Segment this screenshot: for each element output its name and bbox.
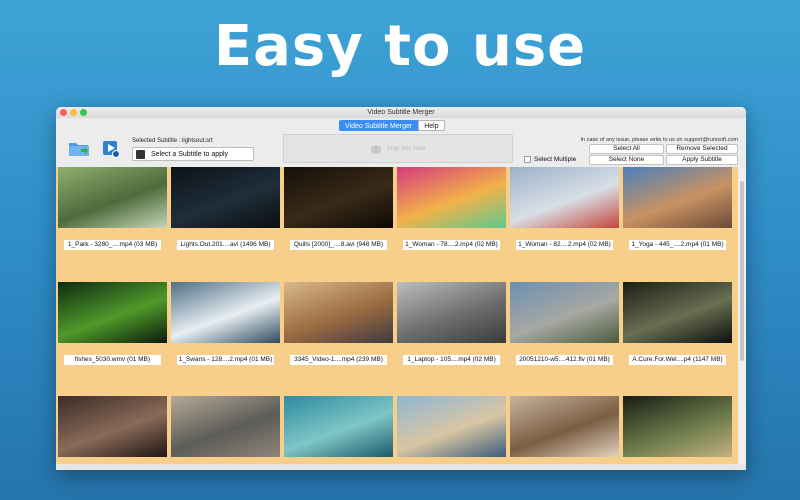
select-multiple-checkbox[interactable]: Select Multiple (524, 156, 576, 163)
select-multiple-label: Select Multiple (534, 156, 577, 163)
tab-video-subtitle-merger[interactable]: Video Subtitle Merger (339, 120, 419, 131)
video-item[interactable]: 1_Laptop - 105....mp4 (02 MB) (395, 282, 508, 396)
video-grid: 1_Park - 3280_....mp4 (03 MB) Lights.Out.… (56, 167, 738, 464)
apply-subtitle-button[interactable]: Apply Subtitle (666, 155, 738, 165)
video-item[interactable]: 1_Yoga - 445_....2.mp4 (01 MB) (621, 167, 734, 282)
close-button[interactable] (60, 109, 67, 116)
video-thumbnail[interactable] (397, 396, 506, 457)
drop-zone-text: Drop files here (386, 145, 426, 152)
video-thumbnail[interactable] (623, 396, 732, 457)
select-none-button[interactable]: Select None (589, 155, 664, 165)
hero-title: Easy to use (213, 14, 587, 79)
video-thumbnail[interactable] (58, 282, 167, 343)
selected-subtitle-label: Selected Subtitle : lightsout.srt (132, 138, 213, 144)
video-caption: fishes_5030.wmv (01 MB) (64, 355, 161, 365)
video-caption: 1_Laptop - 105....mp4 (02 MB) (403, 355, 500, 365)
video-caption: 20051210-w5....412.flv (01 MB) (516, 355, 613, 365)
bottom-bar (56, 464, 746, 470)
video-thumbnail[interactable] (58, 396, 167, 457)
video-thumbnail[interactable] (397, 167, 506, 228)
video-item[interactable] (169, 396, 282, 464)
video-item[interactable]: A.Cure.For.Wel....p4 (1147 MB) (621, 282, 734, 396)
video-thumbnail[interactable] (284, 167, 393, 228)
video-thumbnail[interactable] (58, 167, 167, 228)
video-thumbnail[interactable] (510, 282, 619, 343)
video-thumbnail[interactable] (397, 282, 506, 343)
video-thumbnail[interactable] (510, 396, 619, 457)
video-thumbnail[interactable] (510, 167, 619, 228)
drop-box-icon (371, 144, 382, 154)
video-caption: 1_Swans - 128....2.mp4 (01 MB) (177, 355, 274, 365)
video-thumbnail[interactable] (623, 167, 732, 228)
select-subtitle-button[interactable]: Select a Subtitle to apply (132, 147, 254, 161)
video-item[interactable] (508, 396, 621, 464)
video-item[interactable] (395, 396, 508, 464)
video-item[interactable] (621, 396, 734, 464)
vertical-scrollbar[interactable] (738, 167, 746, 464)
drop-zone[interactable]: Drop files here (283, 134, 513, 163)
app-window: Video Subtitle Merger Video Subtitle Mer… (56, 107, 746, 470)
tab-help[interactable]: Help (418, 120, 445, 131)
video-caption: 3345_Video-1....mp4 (239 MB) (290, 355, 387, 365)
video-caption: 1_Yoga - 445_....2.mp4 (01 MB) (629, 240, 726, 250)
video-thumbnail[interactable] (171, 282, 280, 343)
video-item[interactable]: 1_Woman - 78....2.mp4 (02 MB) (395, 167, 508, 282)
video-item[interactable]: fishes_5030.wmv (01 MB) (56, 282, 169, 396)
video-caption: 1_Woman - 78....2.mp4 (02 MB) (403, 240, 500, 250)
play-icon[interactable] (102, 140, 120, 163)
checkbox-box[interactable] (524, 156, 531, 163)
window-controls (60, 109, 87, 116)
video-thumbnail[interactable] (623, 282, 732, 343)
video-item[interactable]: Quills [2000]_....8.avi (948 MB) (282, 167, 395, 282)
video-thumbnail[interactable] (284, 282, 393, 343)
video-item[interactable]: 1_Woman - 82....2.mp4 (02 MB) (508, 167, 621, 282)
folder-add-icon[interactable] (68, 140, 90, 163)
video-caption: 1_Park - 3280_....mp4 (03 MB) (64, 240, 161, 250)
video-item[interactable]: 1_Park - 3280_....mp4 (03 MB) (56, 167, 169, 282)
window-title: Video Subtitle Merger (367, 109, 435, 116)
title-bar: Video Subtitle Merger (56, 107, 746, 118)
video-item[interactable]: 3345_Video-1....mp4 (239 MB) (282, 282, 395, 396)
remove-selected-button[interactable]: Remove Selected (666, 144, 738, 154)
video-caption: 1_Woman - 82....2.mp4 (02 MB) (516, 240, 613, 250)
video-caption: Lights.Out.201....avi (1496 MB) (177, 240, 274, 250)
video-item[interactable] (56, 396, 169, 464)
minimize-button[interactable] (70, 109, 77, 116)
video-thumbnail[interactable] (284, 396, 393, 457)
video-item[interactable]: Lights.Out.201....avi (1496 MB) (169, 167, 282, 282)
video-item[interactable]: 1_Swans - 128....2.mp4 (01 MB) (169, 282, 282, 396)
zoom-button[interactable] (80, 109, 87, 116)
subtitle-file-icon (136, 149, 145, 159)
support-text: In case of any issue, please write to us… (580, 137, 738, 143)
video-caption: A.Cure.For.Wel....p4 (1147 MB) (629, 355, 726, 365)
video-item[interactable]: 20051210-w5....412.flv (01 MB) (508, 282, 621, 396)
select-subtitle-label: Select a Subtitle to apply (151, 150, 229, 158)
video-item[interactable] (282, 396, 395, 464)
select-all-button[interactable]: Select All (589, 144, 664, 154)
video-thumbnail[interactable] (171, 167, 280, 228)
tab-bar: Video Subtitle Merger Help (339, 120, 445, 131)
video-caption: Quills [2000]_....8.avi (948 MB) (290, 240, 387, 250)
toolbar: Selected Subtitle : lightsout.srt Select… (56, 133, 746, 167)
scrollbar-thumb[interactable] (740, 181, 744, 361)
video-thumbnail[interactable] (171, 396, 280, 457)
